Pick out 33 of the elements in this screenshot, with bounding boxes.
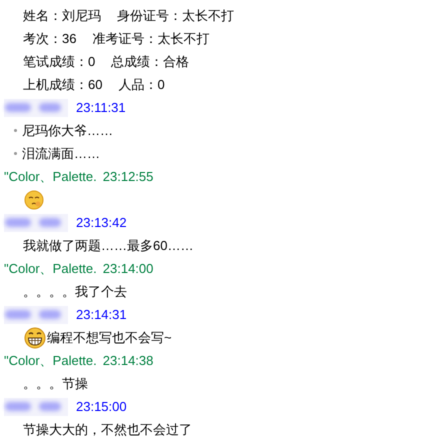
redacted-name xyxy=(4,98,68,116)
message-time: 23:12:55 xyxy=(102,168,154,186)
record-field: 人品：0 xyxy=(118,74,165,94)
message-text: 编程不想写也不会写~ xyxy=(47,328,172,347)
message-text: 尼玛你大爷…… xyxy=(22,122,113,140)
redacted-name xyxy=(4,398,68,416)
bullet-icon xyxy=(14,129,17,132)
bullet-icon xyxy=(14,152,17,155)
message-text: 节操大大的，不然也不会过了 xyxy=(23,420,192,439)
message-time: 23:14:31 xyxy=(76,306,127,324)
message-text: 泪流满面…… xyxy=(22,144,100,163)
record-field: 总成绩：合格 xyxy=(111,52,190,72)
sender-name: "Color、Palette. xyxy=(4,168,97,186)
emoji-icon xyxy=(24,190,44,210)
record-field: 姓名：刘尼玛 xyxy=(23,6,101,26)
record-field: 上机成绩：60 xyxy=(23,74,102,94)
message-text: 。。。。我了个去 xyxy=(23,282,127,301)
record-field: 笔试成绩：0 xyxy=(23,52,96,72)
message-time: 23:13:42 xyxy=(76,214,127,232)
sender-name: "Color、Palette. xyxy=(4,352,97,370)
message-text: 。。。节操 xyxy=(23,374,88,393)
record-field: 考次：36 xyxy=(23,28,76,48)
message-time: 23:14:38 xyxy=(102,352,154,370)
redacted-name xyxy=(4,306,68,324)
emoji-icon xyxy=(24,326,46,348)
redacted-name xyxy=(4,214,68,232)
record-field: 身份证号：太长不打 xyxy=(117,6,234,26)
message-time: 23:14:00 xyxy=(102,260,154,278)
sender-name: "Color、Palette. xyxy=(4,260,97,278)
message-text: 我就做了两题……最多60…… xyxy=(23,236,194,255)
record-field: 准考证号：太长不打 xyxy=(92,28,210,48)
message-time: 23:11:31 xyxy=(76,98,126,117)
message-time: 23:15:00 xyxy=(76,398,127,416)
